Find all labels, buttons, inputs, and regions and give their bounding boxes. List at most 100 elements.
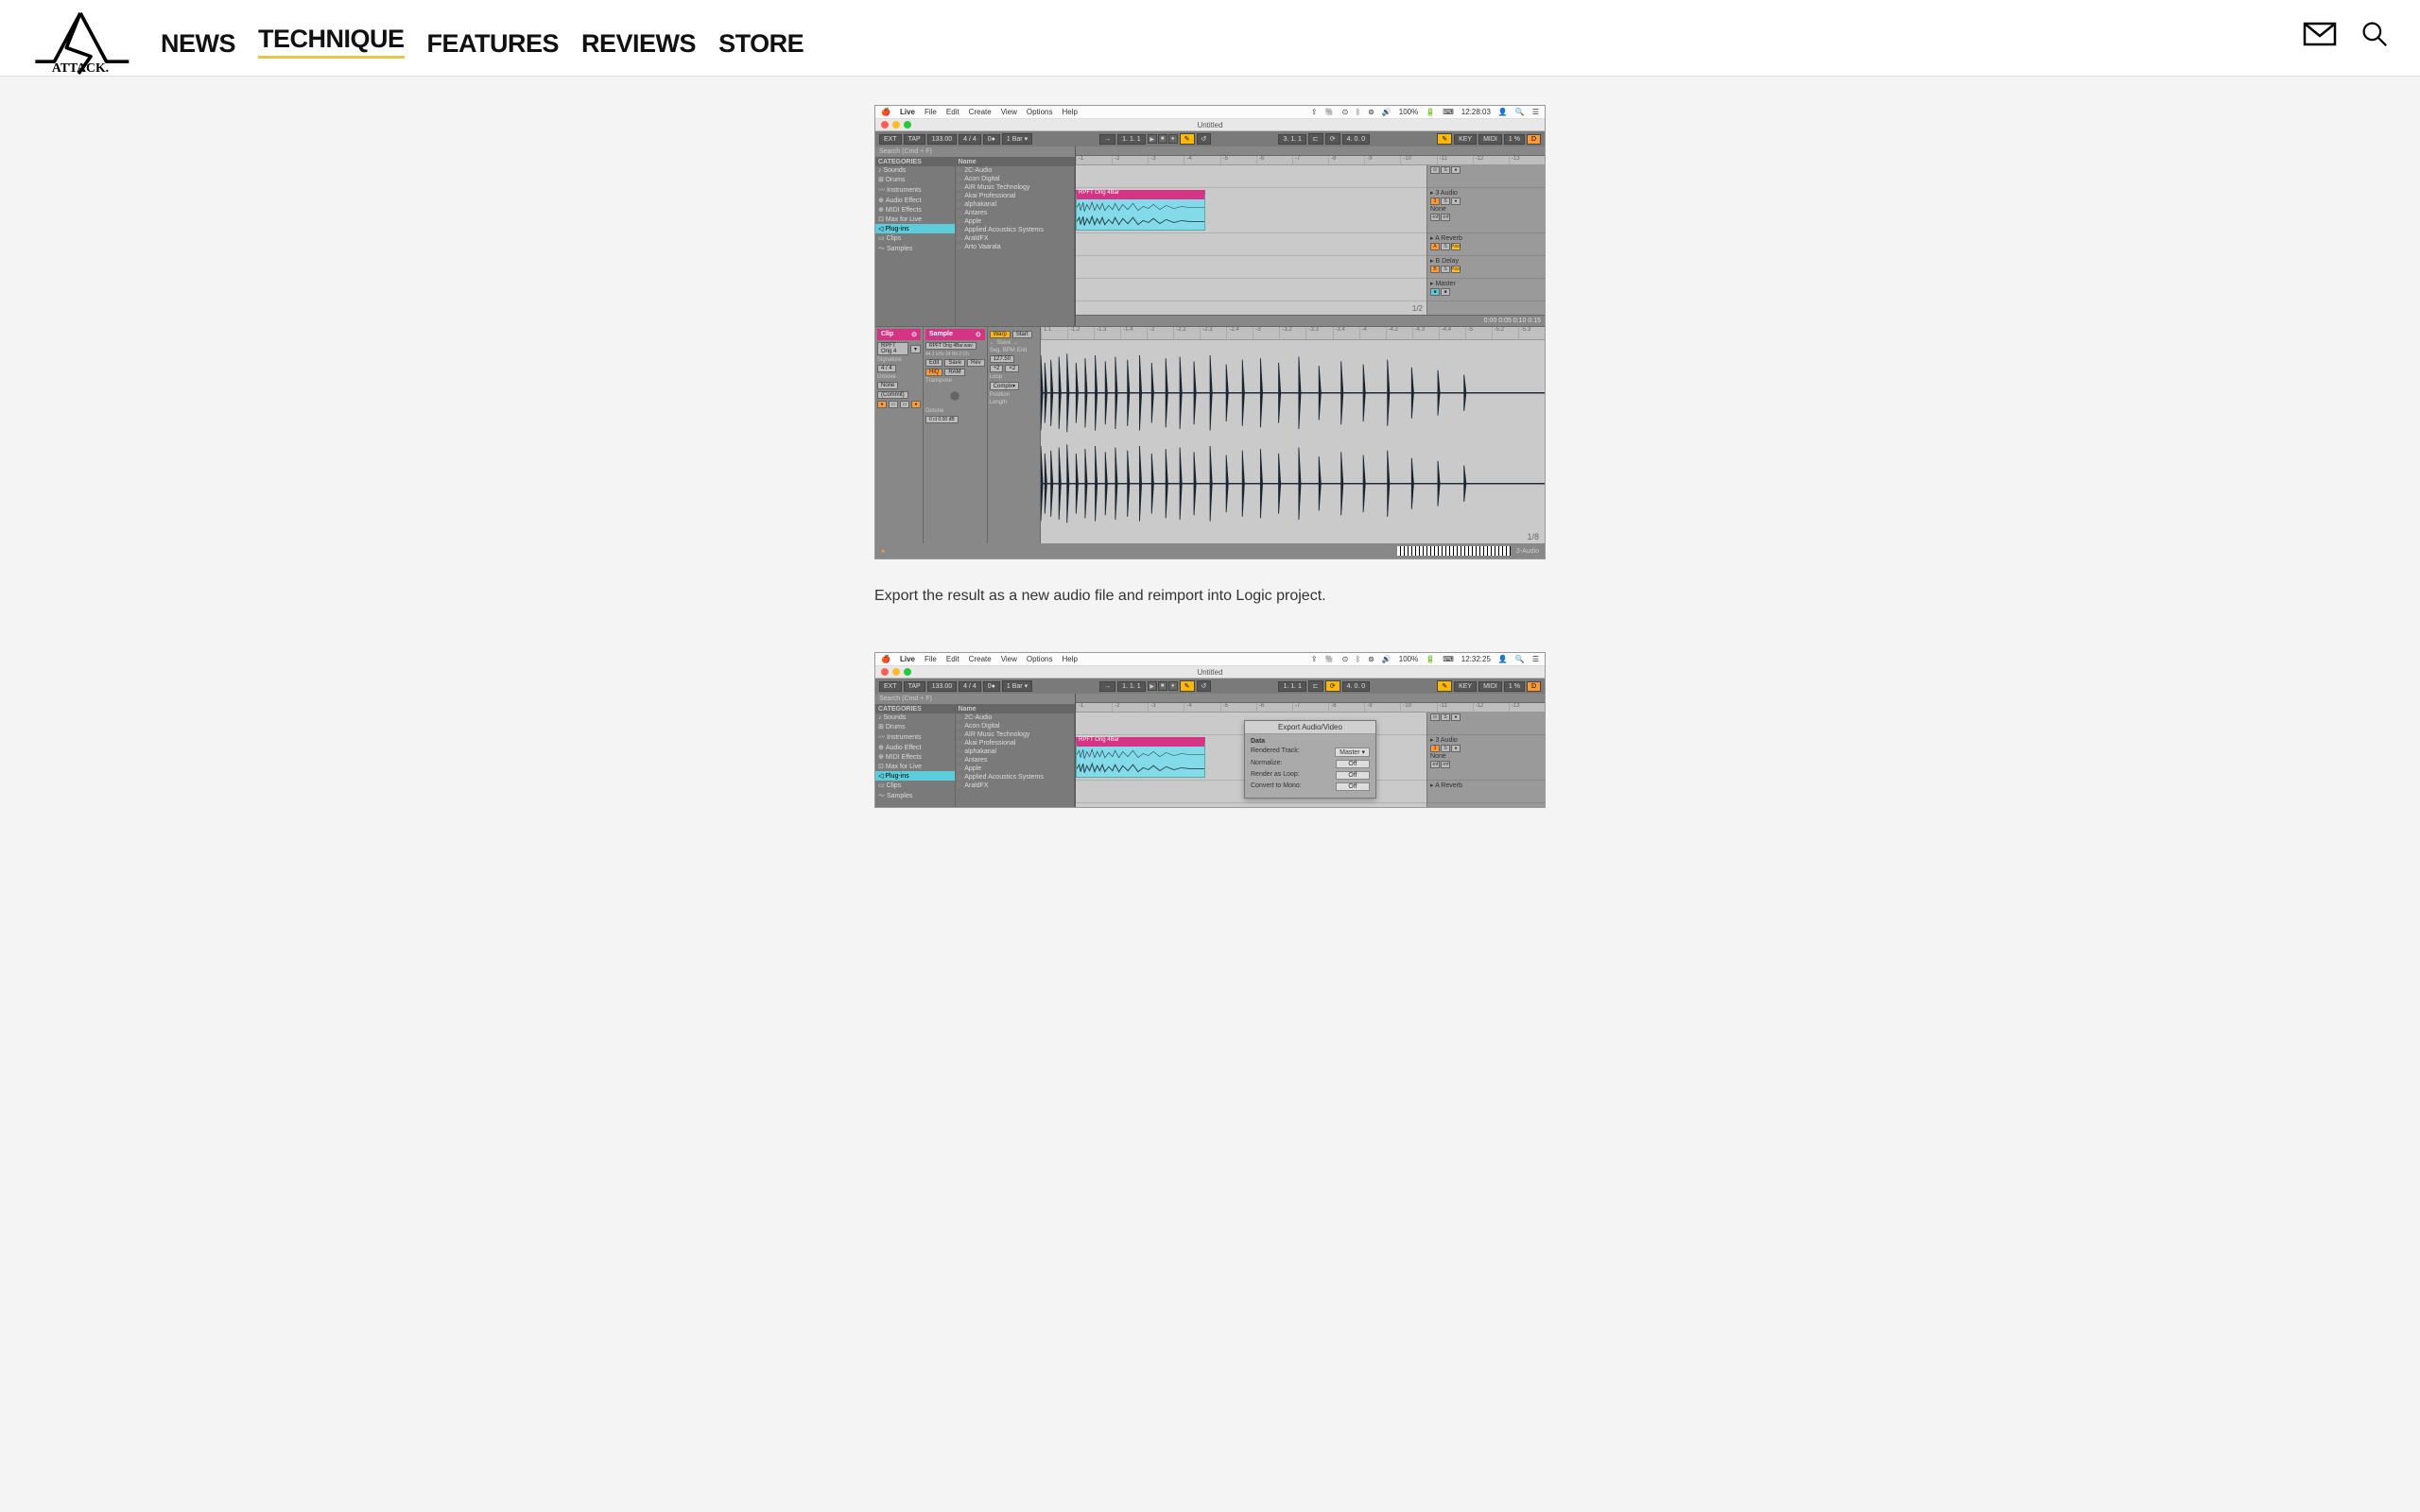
automation-button[interactable]: ↺ [1197,133,1212,145]
cat-samples[interactable]: 〜Samples [875,790,955,801]
warp-mode[interactable]: Complx▾ [990,382,1019,390]
cat-sounds[interactable]: ♪Sounds [875,713,955,722]
hiq-button[interactable]: HiQ [925,369,942,376]
midi-map-button[interactable]: MIDI [1478,134,1502,145]
minimize-window-icon[interactable] [892,121,900,129]
track-header[interactable]: ⊙S● [1427,713,1545,735]
commit-button[interactable]: (Commit) [877,391,908,399]
loop-button[interactable]: ⟳ [1325,133,1340,145]
cat-audio-effects[interactable]: ⊕Audio Effect [875,196,955,205]
mail-icon[interactable] [2303,21,2337,47]
key-map-button[interactable]: KEY [1454,681,1477,692]
detune-field[interactable]: 0 ct 0.00 dB [925,416,959,423]
position-field[interactable]: 1. 1. 1 [1117,681,1145,692]
menu-file[interactable]: File [925,108,937,116]
cat-samples[interactable]: 〜Samples [875,243,955,254]
cat-plugins[interactable]: ◁Plug-ins [875,224,955,233]
menu-edit[interactable]: Edit [946,108,959,116]
draw-button[interactable]: ✎ [1437,680,1452,692]
cat-sounds[interactable]: ♪Sounds [875,166,955,175]
cat-midi-effects[interactable]: ⊕MIDI Effects [875,752,955,762]
browser-item[interactable]: ▷alphakanal [956,200,1074,209]
minimize-window-icon[interactable] [892,668,900,676]
track-lane[interactable] [1076,233,1426,256]
browser-item[interactable]: ▷AraldFX [956,782,1074,790]
bpm-field[interactable]: 127.50 [990,355,1014,363]
menu-file[interactable]: File [925,655,937,663]
metronome-button[interactable]: 0● [983,681,1000,692]
tap-button[interactable]: TAP [904,681,925,692]
tempo-field[interactable]: 133.00 [927,681,957,692]
browser-item[interactable]: ▷2C-Audio [956,713,1074,722]
loop-length-field[interactable]: 4. 0. 0 [1342,134,1370,145]
nav-reviews[interactable]: REVIEWS [581,29,696,59]
menu-app[interactable]: Live [900,108,915,116]
track-header-audio[interactable]: ▸ 3 Audio 3S● None -inf-inf [1427,188,1545,233]
close-window-icon[interactable] [881,668,889,676]
stop-button[interactable]: ■ [1158,134,1167,144]
export-mono-toggle[interactable]: Off [1336,782,1370,791]
loop-start-field[interactable]: 3. 1. 1 [1278,134,1305,145]
menu-help[interactable]: Help [1062,655,1077,663]
browser-item[interactable]: ▷AraldFX [956,234,1074,243]
edit-button[interactable]: Edit [925,359,942,367]
audio-clip[interactable]: RPFT Orig 4Bar [1076,737,1205,778]
browser-item[interactable]: ▷Acon Digital [956,722,1074,730]
track-header-master[interactable]: ▸ Master ■■ [1427,279,1545,301]
loop-start-field[interactable]: 1. 1. 1 [1278,681,1305,692]
cat-clips[interactable]: ▭Clips [875,233,955,243]
ext-button[interactable]: EXT [879,681,902,692]
menu-edit[interactable]: Edit [946,655,959,663]
cat-clips[interactable]: ▭Clips [875,781,955,790]
signature-field[interactable]: 4 / 4 [959,134,981,145]
groove-field[interactable]: None [877,382,898,389]
cat-max-for-live[interactable]: ⊡Max for Live [875,215,955,224]
stop-button[interactable]: ■ [1158,681,1167,691]
menu-app[interactable]: Live [900,655,915,663]
quantize-field[interactable]: 1 Bar ▾ [1002,133,1032,145]
browser-search[interactable]: Search (Cmd + F) [875,146,1075,158]
browser-item[interactable]: ▷AIR Music Technology [956,730,1074,739]
nav-technique[interactable]: TECHNIQUE [258,25,405,59]
midi-map-button[interactable]: MIDI [1478,681,1502,692]
nav-news[interactable]: NEWS [161,29,235,59]
ext-button[interactable]: EXT [879,134,902,145]
track-header-return[interactable]: ▸ A Reverb [1427,781,1545,803]
tempo-field[interactable]: 133.00 [927,134,957,145]
close-window-icon[interactable] [881,121,889,129]
zoom-window-icon[interactable] [904,668,911,676]
clip-btn[interactable]: ● [877,401,887,408]
browser-search[interactable]: Search (Cmd + F) [875,694,1075,705]
track-header[interactable]: ⊙S● [1427,165,1545,188]
save-button[interactable]: Save [944,359,965,367]
overview-bar[interactable] [1076,146,1545,156]
loop-length-field[interactable]: 4. 0. 0 [1342,681,1370,692]
cat-midi-effects[interactable]: ⊕MIDI Effects [875,205,955,215]
rev-button[interactable]: Rev [967,359,985,367]
menu-options[interactable]: Options [1027,108,1053,116]
menu-view[interactable]: View [1001,655,1017,663]
overdub-button[interactable]: ✎ [1180,133,1195,145]
nav-store[interactable]: STORE [718,29,804,59]
punch-button[interactable]: ⊏ [1308,680,1323,692]
browser-item[interactable]: ▷AIR Music Technology [956,183,1074,192]
browser-item[interactable]: ▷Akai Professional [956,192,1074,200]
export-loop-toggle[interactable]: Off [1336,771,1370,780]
overview-bar[interactable] [1076,694,1545,703]
start-button[interactable]: Start [1012,331,1032,338]
browser-item[interactable]: ▷Apple [956,217,1074,226]
ram-button[interactable]: RAM [944,369,964,376]
play-button[interactable]: ▶ [1148,681,1157,691]
browser-item[interactable]: ▷Akai Professional [956,739,1074,747]
time-ruler[interactable]: -1-2-3-4-5-6-7-8-9-10-11-12-13 [1076,703,1545,713]
menu-options[interactable]: Options [1027,655,1053,663]
follow-button[interactable]: → [1099,134,1115,145]
cat-max-for-live[interactable]: ⊡Max for Live [875,762,955,771]
track-lane-audio[interactable]: RPFT Orig 4Bar [1076,188,1426,233]
cat-audio-effects[interactable]: ⊕Audio Effect [875,743,955,752]
warp-button[interactable]: Warp [990,331,1011,338]
automation-button[interactable]: ↺ [1197,680,1212,692]
cat-instruments[interactable]: 〰Instruments [875,731,955,743]
quantize-field[interactable]: 1 Bar ▾ [1002,680,1032,692]
browser-item[interactable]: ▷Acon Digital [956,175,1074,183]
